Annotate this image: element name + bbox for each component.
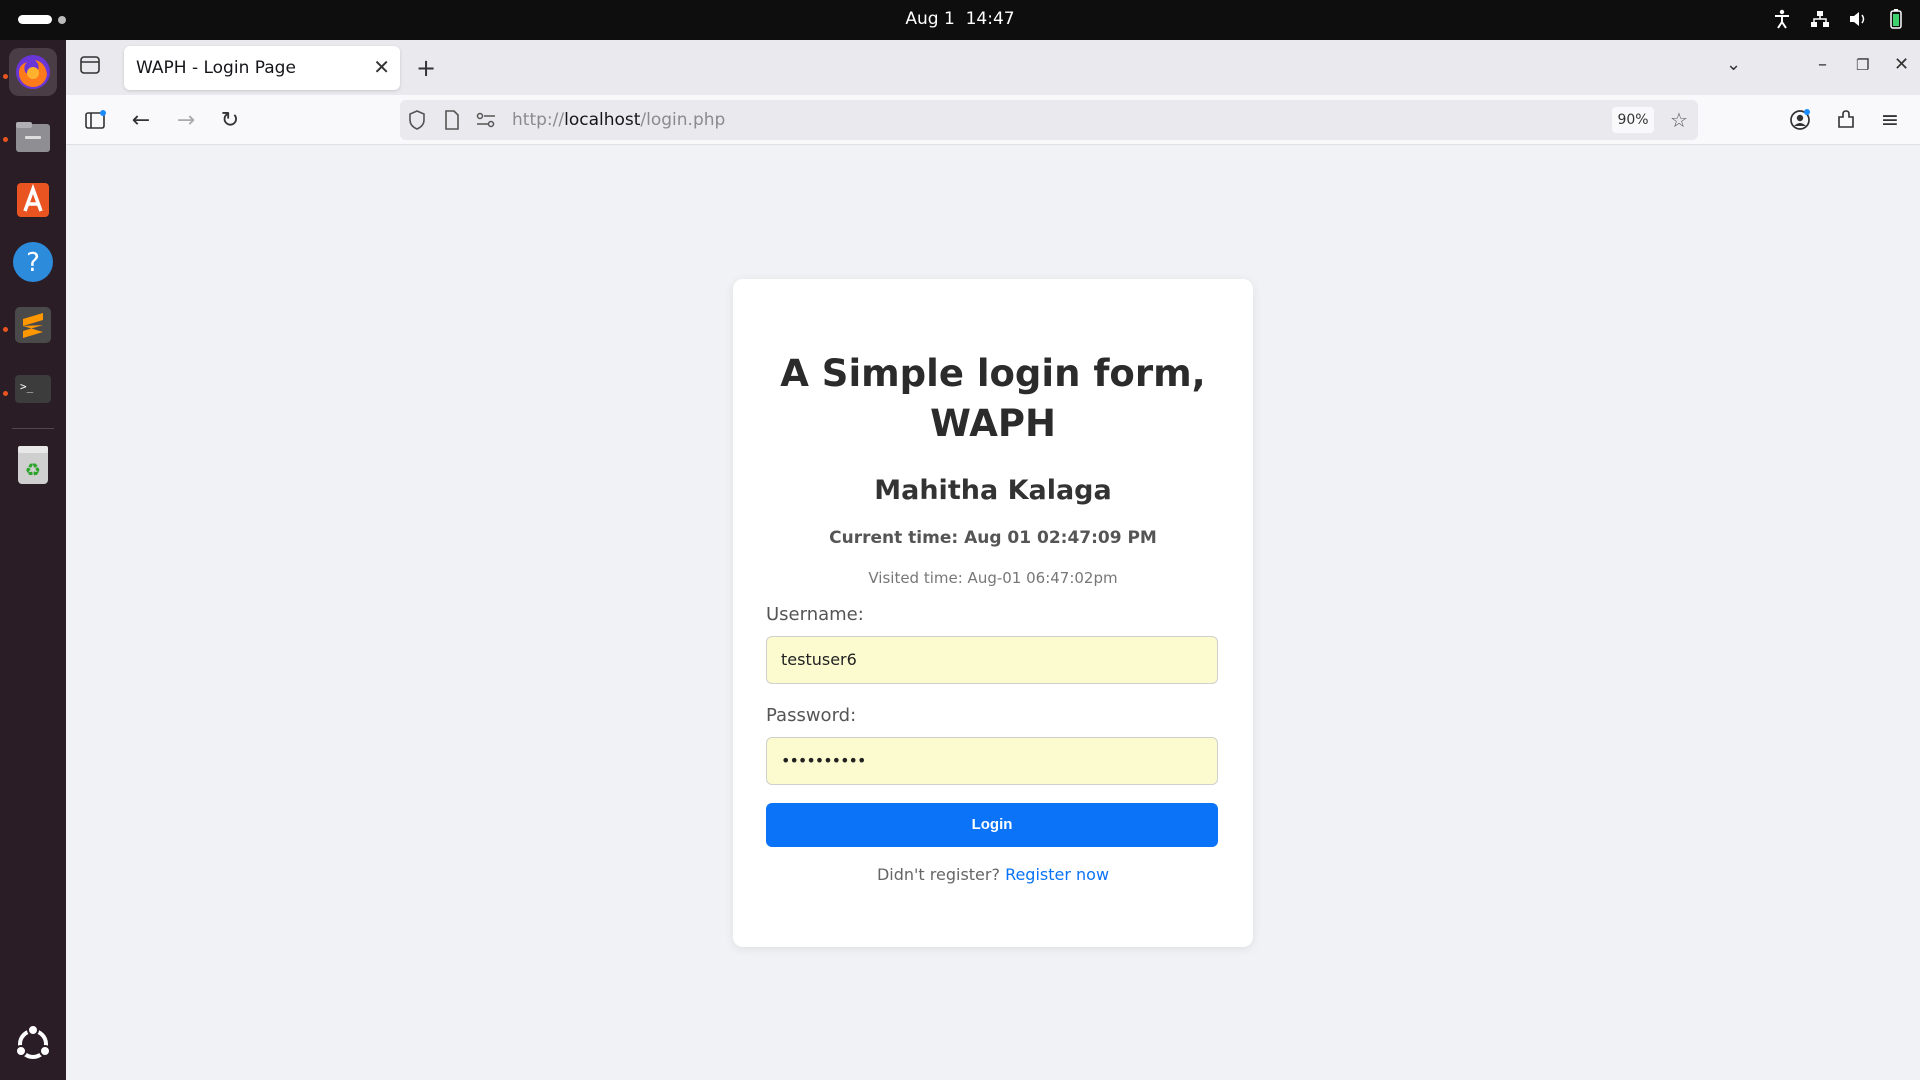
terminal-icon[interactable]: >_ [9, 365, 57, 413]
author-name: Mahitha Kalaga [874, 475, 1112, 506]
password-label: Password: [766, 705, 857, 726]
extensions-icon[interactable] [1832, 106, 1860, 134]
ubuntu-apps-icon[interactable] [9, 1020, 57, 1068]
browser-tab-bar: WAPH - Login Page ✕ + ⌄ – ❐ ✕ [66, 40, 1920, 95]
tracking-protection-icon[interactable] [406, 109, 428, 131]
register-prompt-text: Didn't register? [876, 865, 1000, 884]
running-indicator [3, 327, 8, 332]
help-icon[interactable]: ? [9, 238, 57, 286]
network-icon[interactable] [1810, 8, 1830, 30]
dock: ? >_ ♻ [0, 40, 66, 1080]
clock[interactable]: Aug 1 14:47 [0, 9, 1920, 29]
username-input[interactable]: testuser6 [766, 636, 1218, 684]
system-tray[interactable] [1772, 8, 1906, 30]
url-host: localhost [564, 110, 641, 130]
page-title: A Simple login form, WAPH [780, 352, 1206, 445]
system-top-bar: Aug 1 14:47 [0, 0, 1920, 40]
page-info-icon[interactable] [441, 109, 463, 131]
url-text[interactable]: http://localhost/login.php [512, 110, 725, 130]
url-scheme: http:// [512, 110, 565, 130]
page-viewport: A Simple login form, WAPH Mahitha Kalaga… [66, 146, 1920, 1080]
accessibility-icon[interactable] [1772, 8, 1792, 30]
new-tab-icon[interactable]: + [416, 54, 436, 82]
back-icon[interactable]: ← [127, 106, 155, 134]
current-time: Current time: Aug 01 02:47:09 PM [829, 528, 1157, 548]
running-indicator [3, 391, 8, 396]
svg-text:♻: ♻ [25, 460, 41, 481]
forward-icon[interactable]: → [172, 106, 200, 134]
battery-icon[interactable] [1886, 8, 1906, 30]
password-input[interactable]: •••••••••• [766, 737, 1218, 785]
clock-time: 14:47 [965, 9, 1015, 29]
list-all-tabs-icon[interactable]: ⌄ [1726, 54, 1741, 75]
dock-separator [12, 428, 54, 429]
zoom-level-button[interactable]: 90% [1612, 107, 1654, 133]
login-card: A Simple login form, WAPH Mahitha Kalaga… [733, 279, 1253, 947]
sublime-text-icon[interactable] [9, 301, 57, 349]
username-label: Username: [766, 604, 864, 625]
running-indicator [3, 74, 8, 79]
svg-text:>_: >_ [20, 380, 34, 393]
url-bar[interactable]: http://localhost/login.php 90% ☆ [400, 100, 1698, 140]
tab-title: WAPH - Login Page [136, 58, 296, 78]
browser-nav-bar: ← → ↻ http://localhost/login.php 90% ☆ ≡ [66, 95, 1920, 145]
register-now-link[interactable]: Register now [1005, 865, 1109, 884]
account-icon[interactable] [1786, 106, 1814, 134]
window-close-icon[interactable]: ✕ [1894, 54, 1909, 75]
trash-icon[interactable]: ♻ [9, 440, 57, 488]
restore-icon[interactable]: ❐ [1856, 56, 1869, 74]
svg-text:?: ? [26, 248, 40, 278]
sidebar-icon[interactable] [82, 106, 110, 134]
app-center-icon[interactable] [9, 175, 57, 223]
permissions-icon[interactable] [475, 109, 497, 131]
menu-icon[interactable]: ≡ [1876, 106, 1904, 134]
bookmark-star-icon[interactable]: ☆ [1668, 108, 1690, 132]
visited-time: Visited time: Aug-01 06:47:02pm [868, 569, 1118, 587]
firefox-icon[interactable] [9, 48, 57, 96]
tab-login-page[interactable]: WAPH - Login Page ✕ [124, 46, 400, 90]
tab-close-icon[interactable]: ✕ [373, 55, 390, 79]
volume-icon[interactable] [1848, 8, 1868, 30]
firefox-view-icon[interactable] [80, 56, 100, 74]
url-path: /login.php [640, 110, 726, 130]
reload-icon[interactable]: ↻ [216, 106, 244, 134]
clock-date: Aug 1 [905, 9, 955, 29]
files-icon[interactable] [9, 112, 57, 160]
register-prompt: Didn't register? Register now [733, 865, 1253, 884]
minimize-icon[interactable]: – [1818, 54, 1827, 75]
running-indicator [3, 137, 8, 142]
login-button[interactable]: Login [766, 803, 1218, 847]
